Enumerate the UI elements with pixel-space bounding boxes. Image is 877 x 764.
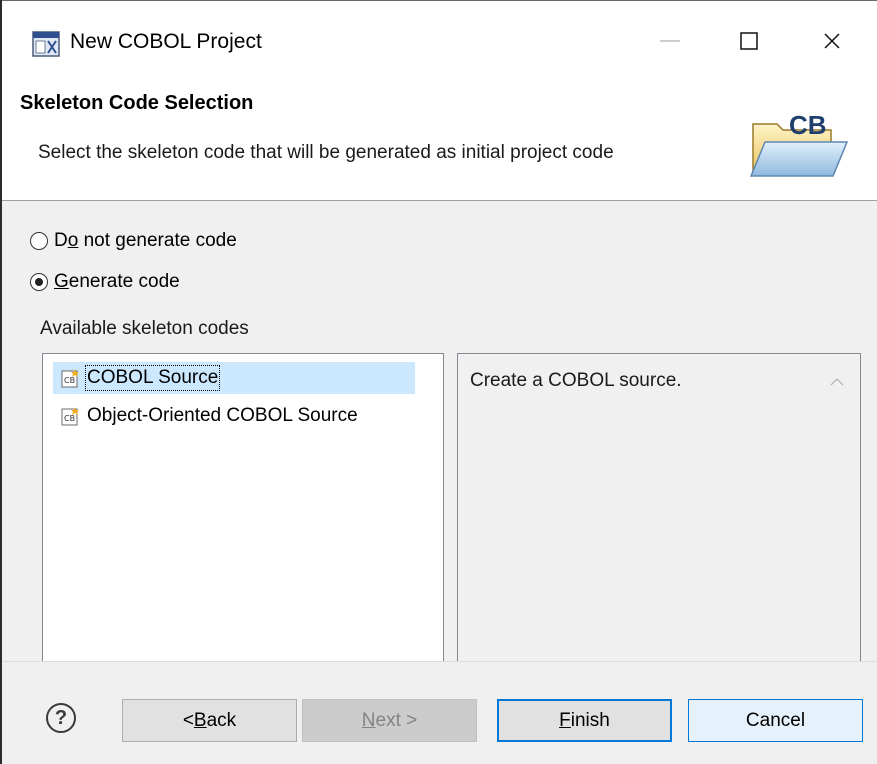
available-skeletons-label: Available skeleton codes [40, 318, 249, 339]
list-item[interactable]: CB Object-Oriented COBOL Source [53, 400, 362, 432]
generate-code-label: Generate code [54, 271, 180, 292]
page-title: Skeleton Code Selection [20, 92, 254, 114]
list-item-label: COBOL Source [84, 365, 221, 391]
finish-button[interactable]: Finish [497, 699, 672, 742]
skeleton-description-box[interactable]: Create a COBOL source. [457, 353, 861, 709]
cobol-source-icon: CB [61, 406, 81, 426]
wizard-header: Skeleton Code Selection Select the skele… [2, 78, 877, 200]
banner-text: CB [789, 110, 827, 140]
cobol-project-banner-icon: CB [747, 102, 849, 182]
page-description: Select the skeleton code that will be ge… [38, 142, 614, 163]
generate-code-radio[interactable] [30, 273, 48, 291]
cancel-button[interactable]: Cancel [688, 699, 863, 742]
help-icon: ? [54, 707, 68, 729]
wizard-button-bar: ? < Back Next > Finish Cancel [2, 662, 877, 764]
title-bar[interactable]: New COBOL Project [2, 1, 877, 78]
window-title: New COBOL Project [70, 30, 262, 53]
wizard-content: Do not generate code Generate code Avail… [2, 201, 877, 709]
skeleton-code-list[interactable]: CB COBOL Source CB Object-Oriented COBOL… [42, 353, 444, 709]
eclipse-window-icon [32, 31, 60, 57]
svg-text:CB: CB [64, 376, 75, 385]
cobol-source-icon: CB [61, 368, 81, 388]
svg-text:CB: CB [64, 414, 75, 423]
close-button[interactable] [802, 15, 862, 65]
do-not-generate-radio[interactable] [30, 232, 48, 250]
list-item[interactable]: CB COBOL Source [53, 362, 415, 394]
help-button[interactable]: ? [46, 703, 76, 733]
skeleton-description-text: Create a COBOL source. [470, 370, 682, 391]
do-not-generate-option[interactable]: Do not generate code [30, 230, 237, 252]
generate-code-option[interactable]: Generate code [30, 271, 180, 293]
list-item-label: Object-Oriented COBOL Source [87, 405, 358, 426]
back-button[interactable]: < Back [122, 699, 297, 742]
maximize-button[interactable] [719, 15, 779, 65]
do-not-generate-label: Do not generate code [54, 230, 237, 251]
scroll-up-icon[interactable] [830, 374, 844, 386]
minimize-button[interactable] [640, 15, 700, 65]
next-button[interactable]: Next > [302, 699, 477, 742]
